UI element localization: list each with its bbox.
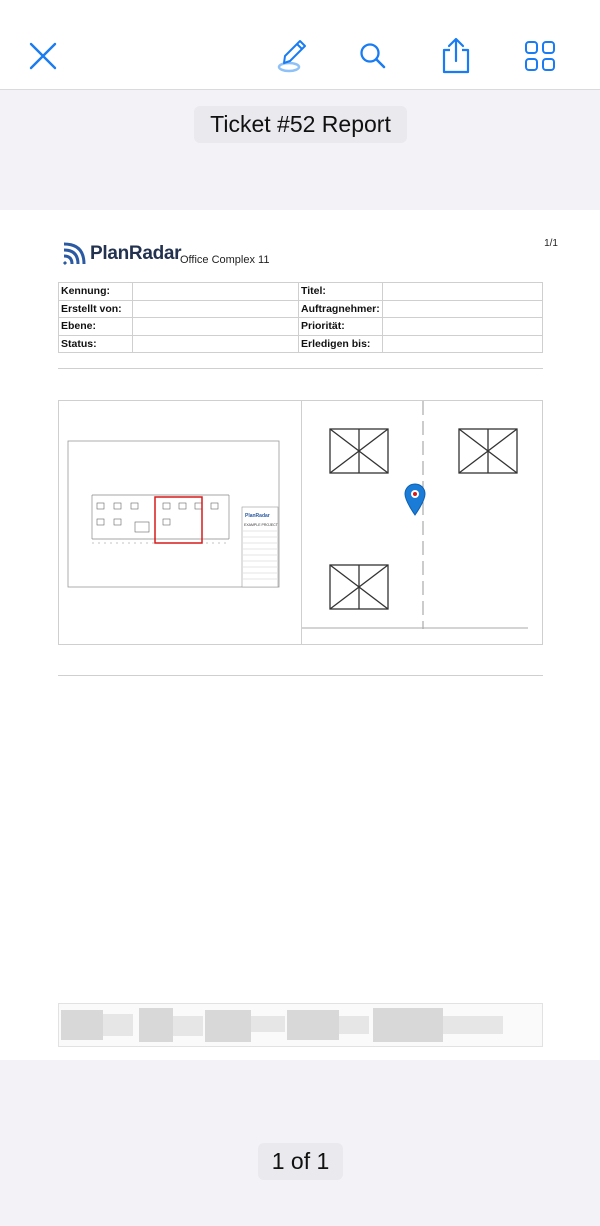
plan-overview-image: PlanRadar EXAMPLE PROJECT	[67, 440, 280, 588]
field-label: Erledigen bis:	[298, 334, 383, 353]
table-row: Erstellt von: Auftragnehmer:	[58, 299, 544, 318]
share-button[interactable]	[434, 34, 478, 78]
field-label: Ebene:	[58, 317, 133, 336]
pdf-page[interactable]: 1/1 PlanRadar Office Complex 11 Kennung:…	[0, 210, 600, 1060]
field-value	[132, 299, 299, 318]
table-row: Kennung: Titel:	[58, 282, 544, 301]
field-label: Kennung:	[58, 282, 133, 301]
top-toolbar	[0, 0, 600, 90]
divider	[58, 368, 543, 369]
redacted-footer	[58, 1003, 543, 1047]
close-button[interactable]	[21, 34, 65, 78]
document-title: Ticket #52 Report	[194, 106, 407, 143]
table-row: Ebene: Priorität:	[58, 317, 544, 336]
close-icon	[29, 42, 57, 70]
plan-title-text: EXAMPLE PROJECT	[244, 523, 279, 527]
search-button[interactable]	[351, 34, 395, 78]
brand-name: PlanRadar	[90, 243, 182, 264]
field-value	[381, 334, 544, 353]
search-icon	[360, 43, 386, 69]
svg-text:PlanRadar: PlanRadar	[245, 513, 270, 519]
field-value	[381, 299, 544, 318]
plan-detail-image	[302, 401, 528, 629]
field-label: Erstellt von:	[58, 299, 133, 318]
table-row: Status: Erledigen bis:	[58, 334, 544, 353]
plan-images: PlanRadar EXAMPLE PROJECT	[58, 400, 543, 645]
field-value	[381, 317, 544, 336]
grid-icon	[525, 41, 555, 71]
field-value	[132, 317, 299, 336]
divider	[58, 675, 543, 676]
field-value	[132, 334, 299, 353]
field-label: Status:	[58, 334, 133, 353]
project-name: Office Complex 11	[180, 254, 270, 266]
planradar-logo-icon	[62, 242, 86, 266]
ticket-info-table: Kennung: Titel: Erstellt von: Auftragneh…	[58, 282, 544, 353]
field-value	[132, 282, 299, 301]
page-indicator: 1 of 1	[258, 1143, 343, 1180]
page-number: 1/1	[544, 238, 558, 249]
brand-logo: PlanRadar	[62, 242, 182, 266]
field-value	[381, 282, 544, 301]
markup-button[interactable]	[270, 34, 314, 78]
location-pin-icon[interactable]	[404, 483, 426, 517]
share-icon	[442, 37, 470, 74]
field-label: Titel:	[298, 282, 383, 301]
markup-pen-icon	[277, 40, 306, 73]
field-label: Auftragnehmer:	[298, 299, 383, 318]
thumbnails-button[interactable]	[518, 34, 562, 78]
field-label: Priorität:	[298, 317, 383, 336]
